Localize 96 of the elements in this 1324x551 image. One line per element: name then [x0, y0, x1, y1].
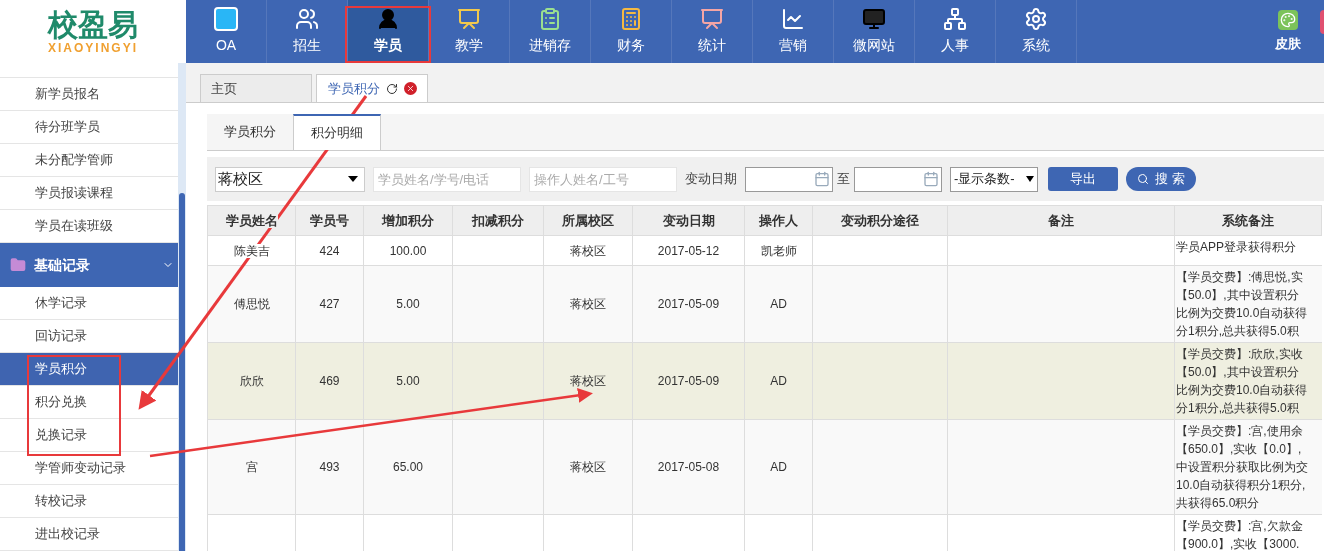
- end-date-field[interactable]: [854, 166, 942, 192]
- person-icon: [376, 7, 400, 31]
- search-button[interactable]: 搜 索: [1126, 167, 1196, 191]
- blackboard-icon: [457, 7, 481, 31]
- table-row[interactable]: 欣欣 469 5.00 蒋校区 2017-05-09 AD 【学员交费】:欣欣,实收 【50.0】,其中设置积分 比例为交费10.0自动获得 分1积分,总共获得5.0积: [207, 342, 1322, 420]
- table-cell: 5.00: [396, 374, 420, 388]
- sub-tab[interactable]: 积分明细: [293, 114, 381, 150]
- system-note-line: 分1积分,总共获得5.0积: [1176, 400, 1300, 417]
- system-note-line: 比例为交费10.0自动获得: [1176, 305, 1309, 322]
- date-label: 变动日期: [685, 170, 737, 189]
- system-note-line: 学员APP登录获得积分: [1176, 239, 1297, 256]
- table-cell: 蒋校区: [570, 374, 606, 388]
- column-header: 备注: [1048, 212, 1074, 228]
- table-cell: 65.00: [393, 460, 423, 474]
- column-header: 扣减积分: [472, 212, 524, 228]
- table-cell: 蒋校区: [570, 460, 606, 474]
- org-chart-icon: [943, 7, 967, 31]
- table-row[interactable]: 陈美吉 424 100.00 蒋校区 2017-05-12 凯老师 学员APP登录获得积分: [207, 235, 1322, 266]
- table-cell: 427: [319, 297, 340, 311]
- chart-icon: [781, 7, 805, 31]
- table-cell: 424: [319, 243, 340, 258]
- table-cell: 蒋校区: [570, 297, 606, 311]
- system-note-line: 10.0自动获得积分1积分,: [1176, 477, 1307, 494]
- easel-icon: [700, 7, 724, 31]
- calendar-icon: [814, 171, 830, 187]
- close-icon[interactable]: [403, 82, 417, 95]
- table-cell: 5.00: [396, 297, 420, 311]
- table-cell: 凯老师: [760, 243, 797, 258]
- sidebar-section[interactable]: 基础记录: [0, 243, 178, 287]
- column-header: 所属校区: [562, 212, 614, 228]
- table-cell: 493: [319, 460, 340, 474]
- table-cell: 傅思悦: [233, 297, 270, 311]
- system-note-line: 【50.0】,其中设置积分: [1176, 287, 1300, 304]
- table-cell: 2017-05-12: [657, 243, 720, 258]
- column-header: 变动积分途径: [841, 212, 919, 228]
- system-note-line: 【学员交费】:傅思悦,实: [1176, 269, 1304, 286]
- system-note-line: 共获得65.0积分: [1176, 495, 1261, 512]
- system-note-line: 比例为交费10.0自动获得: [1176, 382, 1309, 399]
- table-cell: AD: [770, 374, 787, 388]
- column-header: 操作人: [759, 212, 798, 228]
- sub-tab[interactable]: 学员积分: [207, 114, 293, 150]
- table-cell: AD: [770, 297, 787, 311]
- table-cell: 469: [319, 374, 340, 388]
- system-note-line: 【50.0】,其中设置积分: [1176, 364, 1300, 381]
- system-note-line: 【650.0】,实收【0.0】,: [1176, 441, 1303, 458]
- caret-icon: [1026, 176, 1034, 182]
- system-note-line: 【学员交费】:宫,欠款金: [1176, 518, 1304, 535]
- table-row[interactable]: 【学员交费】:宫,欠款金 【900.0】,实收【3000.: [207, 514, 1322, 551]
- column-header: 增加积分: [382, 212, 434, 228]
- page-tab[interactable]: 主页: [200, 74, 312, 102]
- table-cell: 陈美吉: [233, 243, 270, 258]
- table-cell: 蒋校区: [570, 243, 606, 258]
- column-header: 系统备注: [1222, 212, 1274, 228]
- refresh-icon[interactable]: [385, 82, 398, 95]
- table-cell: 2017-05-08: [657, 460, 720, 474]
- table-row[interactable]: 傅思悦 427 5.00 蒋校区 2017-05-09 AD 【学员交费】:傅思悦,实 【50.0】,其中设置积分 比例为交费10.0自动获得 分1积分,总共获得5.0积: [207, 265, 1322, 343]
- search-icon: [1137, 173, 1150, 185]
- system-note-line: 【900.0】,实收【3000.: [1176, 536, 1301, 551]
- operator-search-field[interactable]: 操作人姓名/工号: [529, 166, 677, 192]
- scrollbar-thumb[interactable]: [179, 193, 185, 551]
- table-cell: 欣欣: [239, 374, 264, 388]
- clipboard-icon: [538, 7, 562, 31]
- calendar-icon: [923, 171, 939, 187]
- table-cell: 宫: [245, 460, 258, 474]
- table-cell: 2017-05-09: [657, 297, 720, 311]
- export-button[interactable]: 导出: [1048, 167, 1118, 191]
- page-tab[interactable]: 学员积分: [316, 74, 428, 102]
- table-cell: 100.00: [389, 243, 427, 258]
- page-size-select[interactable]: -显示条数-: [950, 166, 1038, 192]
- system-note-line: 【学员交费】:宫,使用余: [1176, 423, 1304, 440]
- student-search-field[interactable]: 学员姓名/学号/电话: [373, 166, 521, 192]
- monitor-icon: [862, 7, 886, 31]
- skin-button[interactable]: 皮肤: [1258, 0, 1318, 63]
- nav-item[interactable]: 学员: [348, 0, 429, 63]
- table-row[interactable]: 宫 493 65.00 蒋校区 2017-05-08 AD 【学员交费】:宫,使用余 【650.0】,实收【0.0】, 中设置积分获取比例为交 10.0自动获得积分1积分, 共获得65.0积分: [207, 419, 1322, 515]
- people-icon: [295, 7, 319, 31]
- to-label: 至: [837, 170, 850, 189]
- table-cell: AD: [770, 460, 787, 474]
- column-header: 学员姓名: [225, 212, 278, 228]
- sidebar-item[interactable]: 学员积分: [0, 353, 178, 386]
- start-date-field[interactable]: [745, 166, 833, 192]
- system-note-line: 【学员交费】:欣欣,实收: [1176, 346, 1304, 363]
- palette-icon: [1278, 9, 1298, 30]
- logo-title: 校盈易: [48, 8, 138, 41]
- campus-select[interactable]: 蒋校区: [215, 166, 365, 192]
- system-note-line: 中设置积分获取比例为交: [1176, 459, 1309, 476]
- oa-icon: [214, 7, 238, 31]
- gear-icon: [1024, 7, 1048, 31]
- column-header: 变动日期: [662, 212, 715, 228]
- folder-icon: [10, 257, 26, 273]
- caret-icon: [348, 176, 358, 182]
- system-note-line: 分1积分,总共获得5.0积: [1176, 323, 1300, 340]
- abacus-icon: [619, 7, 643, 31]
- column-header: 学员号: [310, 212, 349, 228]
- table-cell: 2017-05-09: [657, 374, 720, 388]
- logo-subtitle: XIAOYINGYI: [48, 40, 138, 55]
